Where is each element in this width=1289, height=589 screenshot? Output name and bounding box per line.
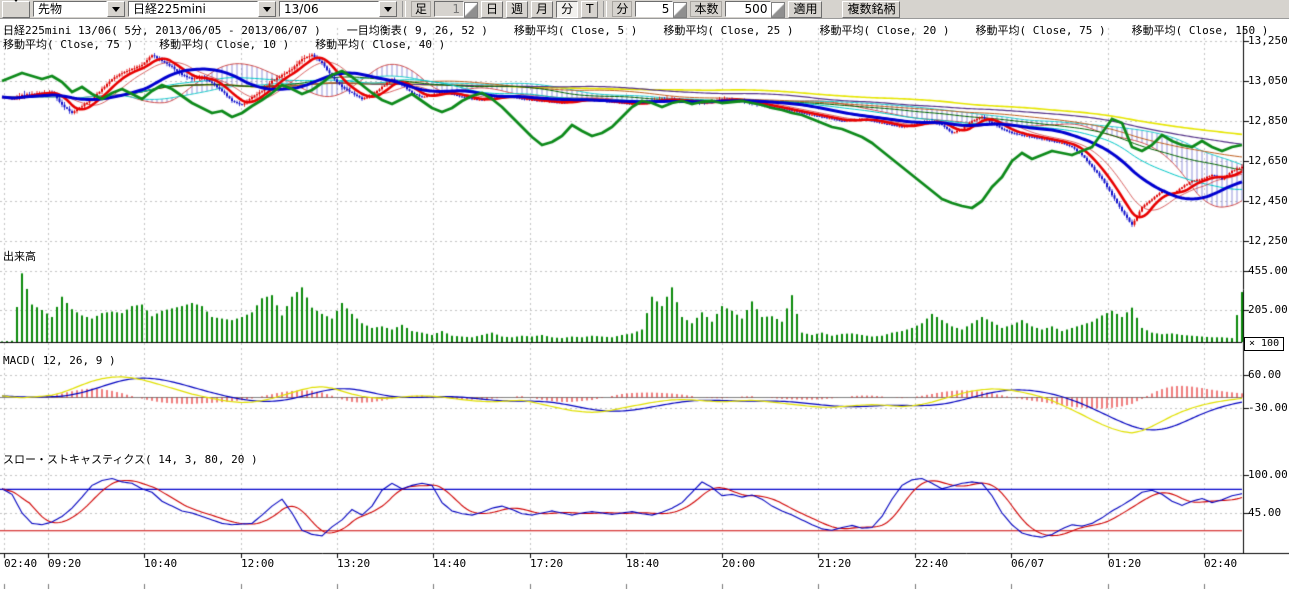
spinner-icon[interactable] [464,2,478,18]
weekly-button[interactable]: 週 [506,1,528,18]
chevron-down-icon[interactable] [379,1,397,17]
chevron-down-icon [12,0,20,20]
category-select[interactable]: 先物 [33,1,125,17]
tick-button[interactable]: T [581,1,598,18]
contract-month-select[interactable]: 13/06 [279,1,397,17]
spinner-icon[interactable] [771,2,785,18]
bar-count-spinner[interactable]: 500 [725,1,785,17]
toolbar-collapse-button[interactable] [2,1,30,18]
bar-interval-spinner[interactable]: 1 [434,1,478,17]
separator [603,1,607,17]
bar-count-value: 500 [725,1,771,17]
apply-button[interactable]: 適用 [788,1,822,18]
bar-type-label: 足 [411,1,431,17]
symbol-select[interactable]: 日経225mini [128,1,276,17]
separator [402,1,406,17]
chart-canvas[interactable] [0,0,1289,589]
chevron-down-icon[interactable] [107,1,125,17]
minute-value: 5 [635,1,673,17]
contract-month-value: 13/06 [279,1,379,17]
toolbar: 先物 日経225mini 13/06 足 1 日 週 月 分 T 分 5 本数 … [0,0,1289,19]
multi-symbol-button[interactable]: 複数銘柄 [842,1,900,18]
spinner-icon[interactable] [673,2,687,18]
chart-window: 先物 日経225mini 13/06 足 1 日 週 月 分 T 分 5 本数 … [0,0,1289,589]
symbol-value: 日経225mini [128,1,258,17]
bar-count-label: 本数 [690,1,722,17]
chevron-down-icon[interactable] [258,1,276,17]
minute-label: 分 [612,1,632,17]
bar-interval-value: 1 [434,1,464,17]
minute-spinner[interactable]: 5 [635,1,687,17]
daily-button[interactable]: 日 [481,1,503,18]
monthly-button[interactable]: 月 [531,1,553,18]
minute-button[interactable]: 分 [556,1,578,18]
category-value: 先物 [33,1,107,17]
